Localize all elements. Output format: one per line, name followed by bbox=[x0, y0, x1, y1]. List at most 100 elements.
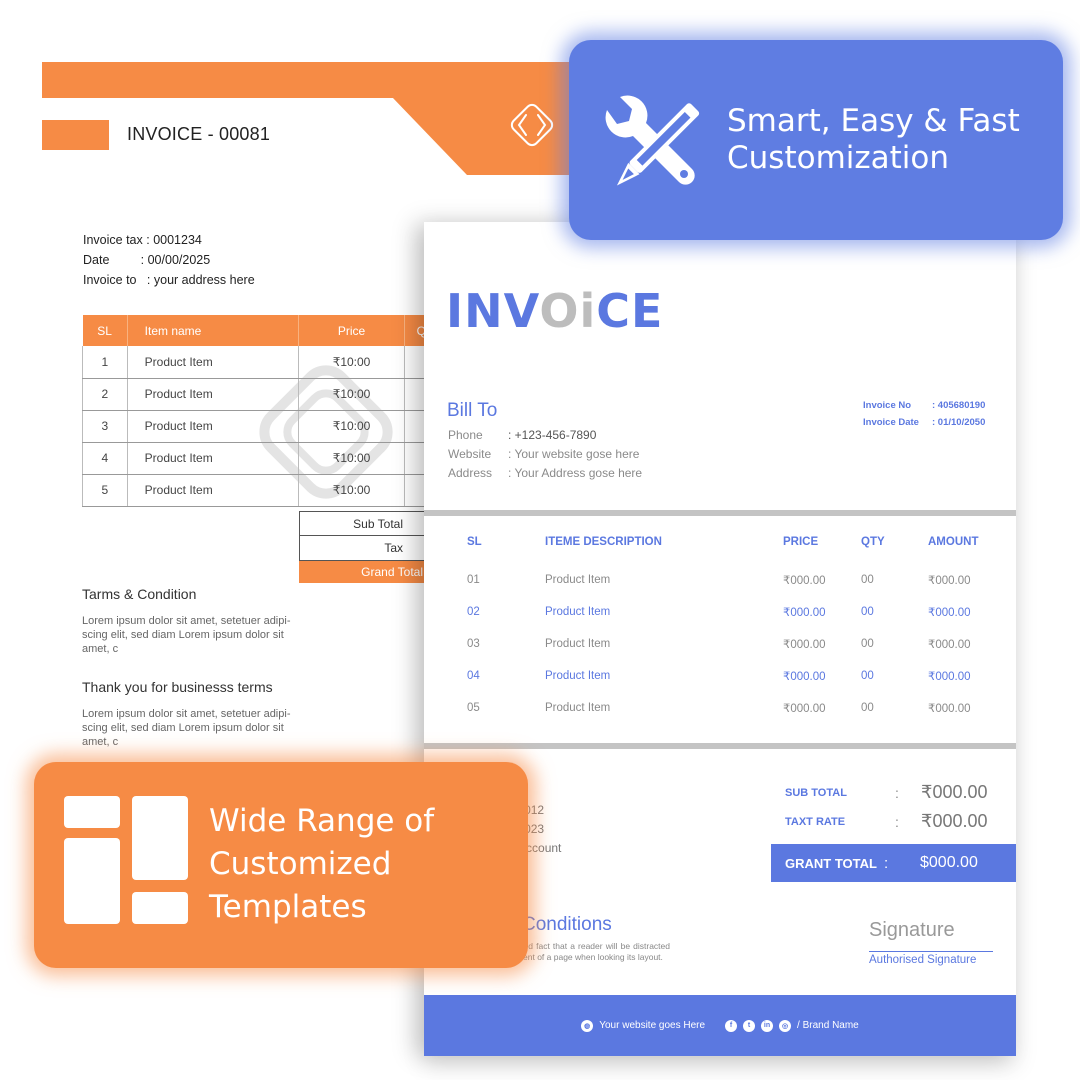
table-row: 1 Product Item ₹10:00 bbox=[82, 346, 428, 379]
twitter-icon: t bbox=[743, 1019, 756, 1032]
cell-price: ₹000.00 bbox=[783, 575, 826, 587]
cell-qty: 00 bbox=[861, 702, 874, 714]
cell-sl: 5 bbox=[82, 474, 128, 507]
footer-website: Your website goes Here bbox=[599, 1020, 706, 1031]
diamond-logo-icon bbox=[510, 103, 554, 147]
cell-item: Product Item bbox=[127, 474, 300, 507]
cell-sl: 01 bbox=[467, 574, 480, 586]
cell-item: Product Item bbox=[127, 442, 300, 475]
table-header-row: SL Item name Price Q bbox=[82, 315, 428, 346]
invoice-title: INVOiCE bbox=[446, 284, 663, 338]
cell-sl: 3 bbox=[82, 410, 128, 443]
cell-price: ₹000.00 bbox=[783, 671, 826, 683]
table-header-row: SL ITEME DESCRIPTION PRICE QTY AMOUNT bbox=[424, 532, 1016, 552]
col-header-price: Price bbox=[298, 315, 405, 346]
cell-price: ₹10:00 bbox=[298, 410, 405, 443]
signature-label: Authorised Signature bbox=[869, 954, 977, 966]
invoice-info: Invoice No : 405680190 Invoice Date : 01… bbox=[863, 397, 985, 431]
meta-row: Invoice tax : 0001234 bbox=[83, 230, 255, 250]
conditions-heading: Conditions bbox=[522, 914, 612, 935]
badge-line: Customization bbox=[727, 140, 950, 176]
cell-sl: 4 bbox=[82, 442, 128, 475]
badge-line: Smart, Easy & Fast bbox=[727, 103, 1020, 139]
bill-value: : Your website gose here bbox=[508, 447, 640, 461]
col-header-sl: SL bbox=[467, 536, 482, 548]
cell-sl: 05 bbox=[467, 702, 480, 714]
templates-grid-icon bbox=[64, 796, 188, 924]
facebook-icon: f bbox=[725, 1019, 738, 1032]
cell-qty: 00 bbox=[861, 670, 874, 682]
summary-label: TAXT RATE bbox=[785, 815, 846, 828]
cell-amount: ₹000.00 bbox=[928, 639, 971, 651]
bill-row: Address : Your Address gose here bbox=[448, 464, 642, 483]
badge-line: Templates bbox=[209, 889, 367, 925]
col-header-amount: AMOUNT bbox=[928, 536, 979, 548]
terms-text: Lorem ipsum dolor sit amet, setetuer adi… bbox=[82, 615, 291, 655]
cell-qty: 00 bbox=[861, 638, 874, 650]
colon: : bbox=[884, 854, 889, 872]
linkedin-icon: in bbox=[761, 1019, 774, 1032]
cell-sl: 1 bbox=[82, 346, 128, 379]
thanks-heading: Thank you for businesss terms bbox=[82, 679, 273, 695]
table-row: 05 Product Item ₹000.00 00 ₹000.00 bbox=[424, 692, 1016, 724]
divider bbox=[424, 510, 1016, 516]
info-value: : 405680190 bbox=[932, 400, 986, 411]
grant-total-label: GRANT TOTAL bbox=[785, 855, 877, 871]
cell-item: Product Item bbox=[127, 346, 300, 379]
meta-sep: : bbox=[142, 233, 154, 247]
grand-total-label: Grand Total bbox=[299, 561, 427, 583]
bill-value: : +123-456-7890 bbox=[508, 428, 597, 442]
col-header-item: Item name bbox=[127, 315, 300, 346]
cell-price: ₹000.00 bbox=[783, 607, 826, 619]
signature-line bbox=[869, 951, 993, 952]
cell-price: ₹000.00 bbox=[783, 703, 826, 715]
info-row: Invoice Date : 01/10/2050 bbox=[863, 414, 985, 431]
table-row: 3 Product Item ₹10:00 bbox=[82, 410, 428, 443]
meta-label: Invoice to bbox=[83, 273, 137, 287]
meta-value: your address here bbox=[153, 273, 255, 287]
meta-value: 0001234 bbox=[153, 233, 202, 247]
tax-label: Tax bbox=[299, 536, 427, 561]
cell-item: Product Item bbox=[127, 410, 300, 443]
bill-value: : Your Address gose here bbox=[508, 466, 643, 480]
cell-item: Product Item bbox=[127, 378, 300, 411]
invoice-meta: Invoice tax : 0001234 Date : 00/00/2025 … bbox=[83, 230, 255, 290]
items-table: SL ITEME DESCRIPTION PRICE QTY AMOUNT 01… bbox=[424, 532, 1016, 724]
bill-to-heading: Bill To bbox=[447, 400, 498, 421]
cell-sl: 03 bbox=[467, 638, 480, 650]
title-part: INV bbox=[446, 284, 540, 338]
cell-qty: 00 bbox=[861, 606, 874, 618]
table-row: 03 Product Item ₹000.00 00 ₹000.00 bbox=[424, 628, 1016, 660]
badge-line: Wide Range of bbox=[209, 803, 435, 839]
instagram-icon: ◎ bbox=[779, 1019, 792, 1032]
title-accent bbox=[42, 120, 109, 150]
table-row: 01 Product Item ₹000.00 00 ₹000.00 bbox=[424, 564, 1016, 596]
templates-badge: Wide Range of Customized Templates bbox=[34, 762, 528, 968]
col-header-qty: QTY bbox=[861, 536, 885, 548]
cell-description: Product Item bbox=[545, 606, 611, 618]
cell-price: ₹10:00 bbox=[298, 346, 405, 379]
badge-line: Customized bbox=[209, 846, 392, 882]
info-value: : 01/10/2050 bbox=[932, 417, 986, 428]
totals-block: Sub Total Tax Grand Total bbox=[299, 511, 427, 583]
col-header-description: ITEME DESCRIPTION bbox=[545, 536, 662, 548]
summary-value: ₹000.00 bbox=[921, 782, 988, 802]
bill-label: Address bbox=[448, 466, 493, 480]
bill-to-details: Phone : +123-456-7890 Website : Your web… bbox=[448, 426, 642, 483]
summary: SUB TOTAL : ₹000.00 TAXT RATE : ₹000.00 bbox=[785, 778, 1017, 836]
sub-total-label: Sub Total bbox=[299, 511, 427, 536]
meta-label: Invoice tax bbox=[83, 233, 143, 247]
templates-text: Wide Range of Customized Templates bbox=[209, 800, 434, 929]
col-header-sl: SL bbox=[82, 315, 128, 346]
summary-row: SUB TOTAL : ₹000.00 bbox=[785, 778, 1017, 807]
colon: : bbox=[895, 784, 899, 801]
cell-sl: 02 bbox=[467, 606, 480, 618]
table-row: 2 Product Item ₹10:00 bbox=[82, 378, 428, 411]
cell-sl: 2 bbox=[82, 378, 128, 411]
grant-total-value: $000.00 bbox=[920, 854, 978, 871]
cell-amount: ₹000.00 bbox=[928, 575, 971, 587]
footer-bar: ◍ Your website goes Here f t in ◎ / Bran… bbox=[424, 995, 1016, 1056]
signature: Signature bbox=[869, 919, 955, 941]
meta-value: 00/00/2025 bbox=[147, 253, 211, 267]
cell-price: ₹10:00 bbox=[298, 378, 405, 411]
